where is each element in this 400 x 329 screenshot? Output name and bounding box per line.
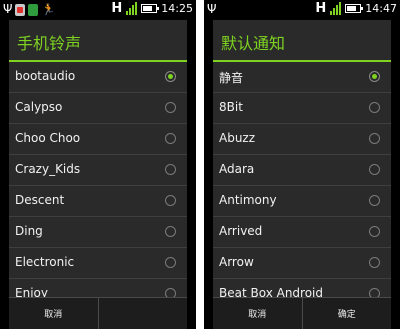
dialog-title: 手机铃声 [17,34,82,53]
ringtone-list[interactable]: bootaudio Calypso Choo Choo Crazy_Kids Desce… [9,62,187,298]
ok-button[interactable] [97,298,188,329]
list-item-label: Electronic [15,255,75,269]
radio-unselected-icon[interactable] [369,226,380,237]
radio-unselected-icon[interactable] [369,102,380,113]
network-type: H [111,1,123,16]
dialog-buttons: 取消 确定 [213,297,391,329]
radio-unselected-icon[interactable] [369,164,380,175]
left-phone-screen: Ψ 🏃 H 14:25 手机铃声 bootaudio Calypso Choo Ch… [0,0,196,329]
radio-unselected-icon[interactable] [165,226,176,237]
list-item[interactable]: Adara [213,155,391,186]
list-item[interactable]: Ding [9,217,187,248]
usb-icon: Ψ [3,2,13,16]
battery-icon [345,4,364,13]
list-item-label: Arrived [219,224,263,238]
dialog-buttons: 取消 [9,297,187,329]
radio-unselected-icon[interactable] [165,257,176,268]
network-type: H [315,1,327,16]
list-item[interactable]: Choo Choo [9,124,187,155]
list-item[interactable]: Electronic [9,248,187,279]
list-item-label: bootaudio [15,69,76,83]
clock: 14:47 [365,2,397,15]
list-item-label: Crazy_Kids [15,162,81,176]
list-item-label: Descent [15,193,65,207]
list-item[interactable]: Descent [9,186,187,217]
ringtone-dialog: 手机铃声 bootaudio Calypso Choo Choo Crazy_Kids… [9,20,187,329]
list-item-label: 8Bit [219,100,243,114]
radio-selected-icon[interactable] [369,71,380,82]
list-item-label: Choo Choo [15,131,81,145]
list-item[interactable]: bootaudio [9,62,187,93]
clock: 14:25 [161,2,193,15]
notification-sound-list[interactable]: 静音 8Bit Abuzz Adara Antimony Arrived Arrow Beat… [213,62,391,298]
list-item-label: Calypso [15,100,63,114]
list-item-label: Antimony [219,193,277,207]
notification-dialog: 默认通知 静音 8Bit Abuzz Adara Antimony Arrived Arro… [213,20,391,329]
status-bar: Ψ 🏃 H 14:25 [0,0,196,19]
list-item[interactable]: Beat Box Android [213,279,391,298]
radio-selected-icon[interactable] [165,71,176,82]
list-item[interactable]: Crazy_Kids [9,155,187,186]
list-item[interactable]: Calypso [9,93,187,124]
cancel-button[interactable]: 取消 [9,298,98,329]
list-item-label: Ding [15,224,43,238]
radio-unselected-icon[interactable] [165,102,176,113]
radio-unselected-icon[interactable] [369,257,380,268]
signal-icon [330,2,342,15]
list-item[interactable]: Abuzz [213,124,391,155]
list-item-label: Abuzz [219,131,256,145]
list-item-label: Arrow [219,255,254,269]
list-item[interactable]: 静音 [213,62,391,93]
status-bar: Ψ H 14:47 [204,0,400,19]
right-phone-screen: Ψ H 14:47 默认通知 静音 8Bit Abuzz Adara Antimony A… [204,0,400,329]
radio-unselected-icon[interactable] [369,133,380,144]
list-item[interactable]: Arrow [213,248,391,279]
usb-icon: Ψ [207,2,217,16]
cancel-button[interactable]: 取消 [213,298,302,329]
radio-unselected-icon[interactable] [165,133,176,144]
list-item[interactable]: 8Bit [213,93,391,124]
list-item[interactable]: Enjoy [9,279,187,298]
radio-unselected-icon[interactable] [165,164,176,175]
list-item[interactable]: Arrived [213,217,391,248]
dialog-title: 默认通知 [221,34,286,53]
app-notification-icon-2 [28,3,39,16]
runner-icon: 🏃 [41,3,56,16]
list-item-label: 静音 [219,71,244,85]
radio-unselected-icon[interactable] [165,195,176,206]
radio-unselected-icon[interactable] [369,195,380,206]
app-notification-icon [15,3,26,16]
ok-button[interactable]: 确定 [301,298,392,329]
list-item[interactable]: Antimony [213,186,391,217]
battery-icon [141,4,160,13]
signal-icon [126,2,138,15]
list-item-label: Adara [219,162,255,176]
